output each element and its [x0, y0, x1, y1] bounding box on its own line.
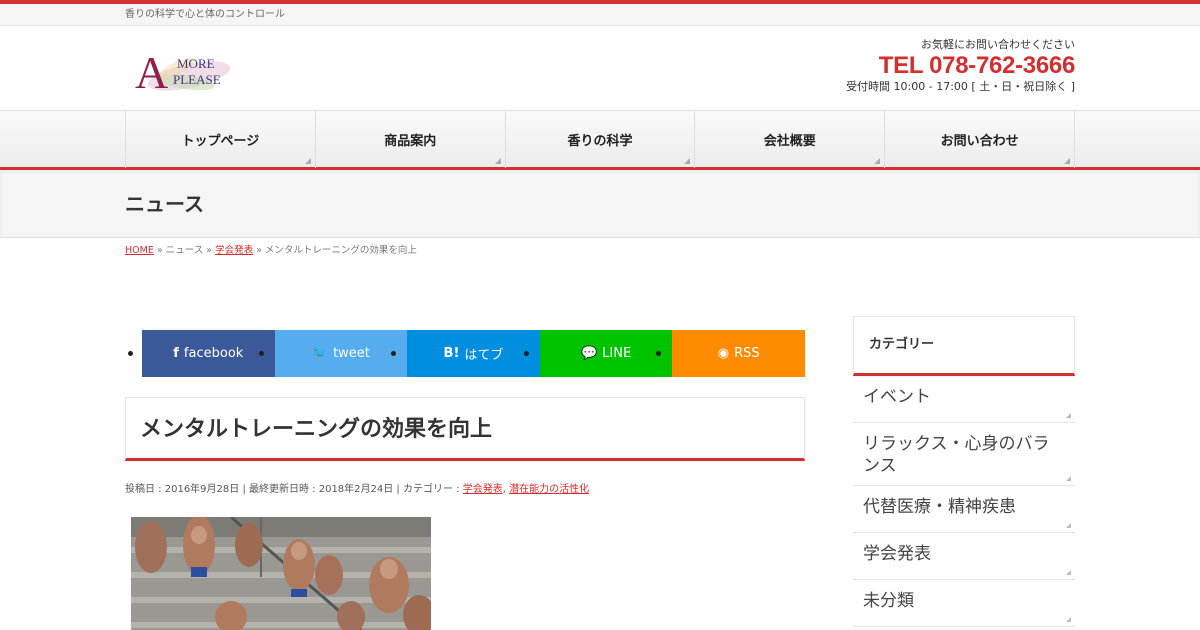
corner-arrow-icon [304, 158, 311, 164]
category-item-uncategorized[interactable]: 未分類 [853, 580, 1075, 627]
contact-info: お気軽にお問い合わせください TEL 078-762-3666 受付時間 10:… [846, 38, 1075, 94]
phone-number[interactable]: TEL 078-762-3666 [846, 52, 1076, 80]
logo-line2: PLEASE [173, 72, 221, 87]
breadcrumb-home[interactable]: HOME [125, 245, 154, 256]
logo-line1: MORE [177, 56, 215, 71]
corner-arrow-icon [874, 158, 881, 164]
category-item-conference[interactable]: 学会発表 [853, 533, 1075, 580]
category-item-relax[interactable]: リラックス・心身のバランス [853, 423, 1075, 486]
nav-item-products[interactable]: 商品案内 [316, 111, 506, 168]
share-hatena-button[interactable]: B! はてブ [391, 330, 540, 377]
corner-arrow-icon [494, 158, 501, 164]
corner-arrow-icon [1066, 413, 1071, 418]
header: A MORE PLEASE お気軽にお問い合わせください TEL 078-762… [125, 26, 1075, 110]
share-buttons: f facebook 🐦 tweet B! はてブ 💬 LINE ◉ RSS [125, 330, 805, 377]
main-content: f facebook 🐦 tweet B! はてブ 💬 LINE ◉ RSS メンタルトレ… [125, 330, 805, 630]
nav-item-company[interactable]: 会社概要 [695, 111, 886, 168]
entry-meta: 投稿日 : 2016年9月28日 | 最終更新日時 : 2018年2月24日 |… [125, 484, 590, 495]
corner-arrow-icon [1066, 617, 1071, 622]
share-rss-button[interactable]: ◉ RSS [656, 330, 805, 377]
page-title: ニュース [125, 192, 204, 216]
category-item-event[interactable]: イベント [853, 376, 1075, 423]
nav-item-contact[interactable]: お問い合わせ [885, 111, 1075, 168]
entry-photo [131, 517, 431, 630]
meta-category-link[interactable]: 学会発表 [463, 484, 503, 495]
line-icon: 💬 [580, 346, 598, 361]
corner-arrow-icon [1066, 523, 1071, 528]
share-facebook-button[interactable]: f facebook [128, 330, 275, 377]
breadcrumb: HOME » ニュース » 学会発表 » メンタルトレーニングの効果を向上 [125, 245, 417, 256]
rss-icon: ◉ [717, 346, 730, 361]
corner-arrow-icon [1063, 158, 1070, 164]
corner-arrow-icon [1066, 476, 1071, 481]
facebook-icon: f [173, 346, 179, 361]
corner-arrow-icon [684, 158, 691, 164]
site-logo[interactable]: A MORE PLEASE [127, 38, 237, 100]
share-line-button[interactable]: 💬 LINE [523, 330, 673, 377]
hatena-icon: B! [443, 346, 460, 361]
nav-item-top[interactable]: トップページ [126, 111, 316, 168]
page-title-bar: ニュース [0, 170, 1200, 238]
category-list: イベント リラックス・心身のバランス 代替医療・精神疾患 学会発表 未分類 [853, 376, 1075, 627]
logo-letter: A [135, 47, 168, 98]
contact-question: お気軽にお問い合わせください [921, 38, 1075, 51]
site-tagline: 香りの科学で心と体のコントロール [125, 9, 285, 20]
top-bar: 香りの科学で心と体のコントロール [0, 0, 1200, 26]
category-item-medical[interactable]: 代替医療・精神疾患 [853, 486, 1075, 533]
entry-title: メンタルトレーニングの効果を向上 [125, 397, 805, 461]
share-tweet-button[interactable]: 🐦 tweet [258, 330, 408, 377]
business-hours: 受付時間 10:00 - 17:00 [ 土・日・祝日除く ] [846, 80, 1075, 93]
twitter-icon: 🐦 [311, 346, 329, 361]
nav-item-science[interactable]: 香りの科学 [506, 111, 696, 168]
breadcrumb-category[interactable]: 学会発表 [215, 245, 253, 256]
sidebar-heading: カテゴリー [853, 316, 1075, 376]
corner-arrow-icon [1066, 570, 1071, 575]
sidebar: カテゴリー イベント リラックス・心身のバランス 代替医療・精神疾患 学会発表 … [853, 316, 1075, 627]
meta-category-link[interactable]: 潜在能力の活性化 [509, 484, 589, 495]
global-nav: トップページ 商品案内 香りの科学 会社概要 お問い合わせ [0, 110, 1200, 170]
